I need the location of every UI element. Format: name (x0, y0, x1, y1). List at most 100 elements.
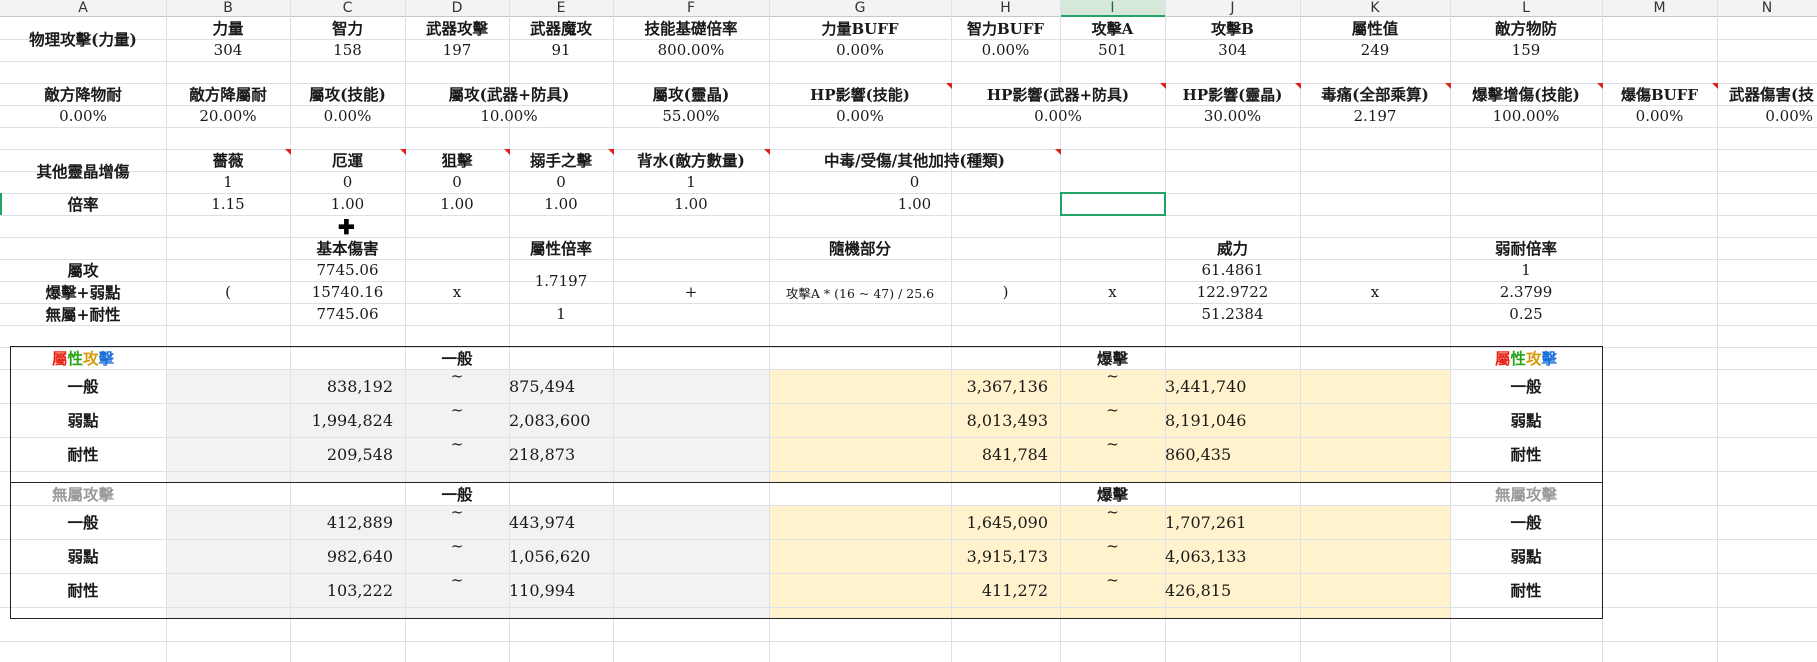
cell-d1-weapon-attack[interactable]: 武器攻擊 (405, 17, 509, 39)
nonattr-normal-min[interactable]: 412,889 (166, 505, 405, 539)
cell-i1-attack-a[interactable]: 攻擊A (1060, 17, 1165, 39)
nonattr-weak-min[interactable]: 982,640 (166, 539, 405, 573)
nonattr-crit-max[interactable]: 1,707,261 (1165, 505, 1300, 539)
comment-marker-icon[interactable] (1445, 83, 1451, 89)
cell-n4[interactable]: 武器傷害(技 (1717, 83, 1817, 105)
cell-e1-weapon-magic[interactable]: 武器魔攻 (509, 17, 613, 39)
column-header-g[interactable]: G (769, 0, 951, 17)
attr-row-label-weak-right[interactable]: 弱點 (1450, 403, 1602, 437)
cell-m5[interactable]: 0.00% (1602, 105, 1717, 127)
comment-marker-icon[interactable] (608, 149, 614, 155)
comment-marker-icon[interactable] (504, 149, 510, 155)
column-header-j[interactable]: J (1165, 0, 1300, 17)
weak-multiplier-3[interactable]: 0.25 (1450, 303, 1602, 325)
cell-d2[interactable]: 197 (405, 39, 509, 61)
cell-b2[interactable]: 304 (166, 39, 290, 61)
attr-row-label-resist-right[interactable]: 耐性 (1450, 437, 1602, 471)
attr-row-label-normal-right[interactable]: 一般 (1450, 369, 1602, 403)
cell-g5[interactable]: 0.00% (769, 105, 951, 127)
cell-b7-rose[interactable]: 薔薇 (166, 149, 290, 171)
cell-l1-enemy-defense[interactable]: 敵方物防 (1450, 17, 1602, 39)
cell-j4[interactable]: HP影響(靈晶) (1165, 83, 1300, 105)
comment-marker-icon[interactable] (946, 83, 952, 89)
cell-c9[interactable]: 1.00 (290, 193, 405, 215)
cell-f7-backwater[interactable]: 背水(敵方數量) (613, 149, 769, 171)
cell-de4[interactable]: 屬攻(武器+防具) (405, 83, 613, 105)
cell-b4[interactable]: 敵方降屬耐 (166, 83, 290, 105)
cell-b5[interactable]: 20.00% (166, 105, 290, 127)
attr-resist-max[interactable]: 218,873 (509, 437, 613, 471)
comment-marker-icon[interactable] (1160, 83, 1166, 89)
weak-multiplier-header[interactable]: 弱耐倍率 (1450, 237, 1602, 259)
base-damage-attr[interactable]: 7745.06 (290, 259, 405, 281)
column-header-n[interactable]: N (1717, 0, 1817, 17)
active-cell-selection[interactable] (1060, 192, 1166, 216)
nonattr-attack-title-right[interactable]: 無屬攻擊 (1450, 483, 1602, 505)
column-header-b[interactable]: B (166, 0, 290, 17)
attr-weak-min[interactable]: 1,994,824 (166, 403, 405, 437)
cell-f5[interactable]: 55.00% (613, 105, 769, 127)
attr-multiplier-nonattr[interactable]: 1 (509, 303, 613, 325)
comment-marker-icon[interactable] (285, 149, 291, 155)
attr-resist-crit-max[interactable]: 860,435 (1165, 437, 1300, 471)
cell-hi4[interactable]: HP影響(武器+防具) (951, 83, 1165, 105)
formula-label-crit-weak[interactable]: 爆擊+弱點 (0, 281, 166, 303)
column-header-a[interactable]: A (0, 0, 166, 17)
nonattr-resist-min[interactable]: 103,222 (166, 573, 405, 607)
column-header-h[interactable]: H (951, 0, 1060, 17)
power-attr[interactable]: 61.4861 (1165, 259, 1300, 281)
cell-c5[interactable]: 0.00% (290, 105, 405, 127)
nonattr-normal-max[interactable]: 443,974 (509, 505, 613, 539)
spreadsheet-grid[interactable]: A B C D E F G H I J K L M N 物理攻擊(力量) 力量 … (0, 0, 1817, 662)
cell-de5[interactable]: 10.00% (405, 105, 613, 127)
cell-c2[interactable]: 158 (290, 39, 405, 61)
attr-normal-min[interactable]: 838,192 (166, 369, 405, 403)
cell-f9[interactable]: 1.00 (613, 193, 769, 215)
cell-e2[interactable]: 91 (509, 39, 613, 61)
cell-gh7-poison[interactable]: 中毒/受傷/其他加持(種類) (769, 149, 1060, 171)
power-nonattr[interactable]: 51.2384 (1165, 303, 1300, 325)
times-sign-3[interactable]: x (1300, 259, 1450, 325)
cell-j5[interactable]: 30.00% (1165, 105, 1300, 127)
attr-attack-title[interactable]: 屬性攻擊 (0, 347, 166, 369)
comment-marker-icon[interactable] (1295, 83, 1301, 89)
column-header-e[interactable]: E (509, 0, 613, 17)
nonattr-resist-crit-max[interactable]: 426,815 (1165, 573, 1300, 607)
attr-attack-title-right[interactable]: 屬性攻擊 (1450, 347, 1602, 369)
cell-c4[interactable]: 屬攻(技能) (290, 83, 405, 105)
attr-resist-crit-min[interactable]: 841,784 (769, 437, 1060, 471)
cell-gh8[interactable]: 0 (769, 171, 1060, 193)
attr-weak-crit-max[interactable]: 8,191,046 (1165, 403, 1300, 437)
plus-sign[interactable]: + (613, 259, 769, 325)
cell-a4[interactable]: 敵方降物耐 (0, 83, 166, 105)
nonattr-resist-max[interactable]: 110,994 (509, 573, 613, 607)
cell-a5[interactable]: 0.00% (0, 105, 166, 127)
weak-multiplier-2[interactable]: 2.3799 (1450, 281, 1602, 303)
comment-marker-icon[interactable] (1055, 149, 1061, 155)
attr-resist-min[interactable]: 209,548 (166, 437, 405, 471)
cell-m4[interactable]: 爆傷BUFF (1602, 83, 1717, 105)
comment-marker-icon[interactable] (1712, 83, 1718, 89)
cell-f1-skill-multiplier[interactable]: 技能基礎倍率 (613, 17, 769, 39)
cell-d9[interactable]: 1.00 (405, 193, 509, 215)
comment-marker-icon[interactable] (1597, 83, 1603, 89)
close-paren[interactable]: ) (951, 259, 1060, 325)
attr-normal-max[interactable]: 875,494 (509, 369, 613, 403)
attr-crit-max[interactable]: 3,441,740 (1165, 369, 1300, 403)
cell-j1-attack-b[interactable]: 攻擊B (1165, 17, 1300, 39)
cell-hi5[interactable]: 0.00% (951, 105, 1165, 127)
cell-g4[interactable]: HP影響(技能) (769, 83, 951, 105)
base-damage-nonattr[interactable]: 7745.06 (290, 303, 405, 325)
cell-l5[interactable]: 100.00% (1450, 105, 1602, 127)
column-header-m[interactable]: M (1602, 0, 1717, 17)
column-header-f[interactable]: F (613, 0, 769, 17)
cell-a9-multiplier[interactable]: 倍率 (0, 193, 166, 215)
formula-label-nonattr[interactable]: 無屬+耐性 (0, 303, 166, 325)
random-part-formula[interactable]: 攻擊A * (16 ~ 47) / 25.6 (769, 259, 951, 325)
cell-k4[interactable]: 毒痛(全部乘算) (1300, 83, 1450, 105)
nonattr-row-label-resist-right[interactable]: 耐性 (1450, 573, 1602, 607)
cell-d8[interactable]: 0 (405, 171, 509, 193)
cell-l2[interactable]: 159 (1450, 39, 1602, 61)
cell-d7-snipe[interactable]: 狙擊 (405, 149, 509, 171)
open-paren[interactable]: ( (166, 259, 290, 325)
